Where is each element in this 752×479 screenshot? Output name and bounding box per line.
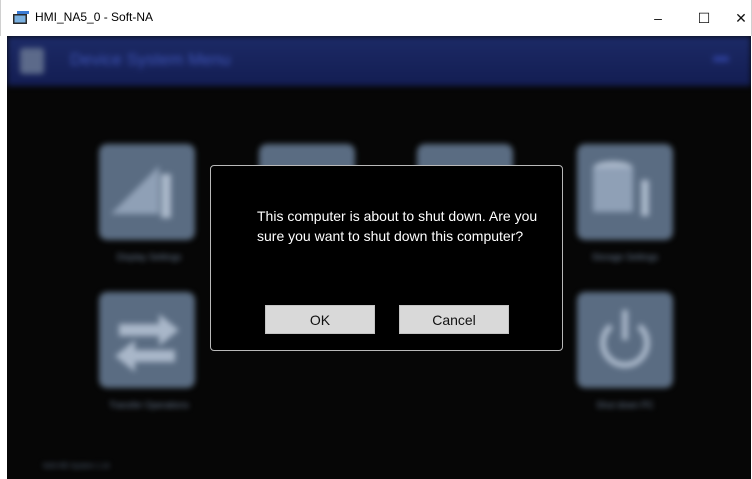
system-menu-bar: Device System Menu (7, 36, 751, 86)
storage-settings-icon (593, 161, 649, 216)
close-icon: ✕ (735, 9, 747, 26)
power-icon (600, 310, 650, 368)
display-settings-tile[interactable] (99, 144, 195, 240)
window-title-bar[interactable]: HMI_NA5_0 - Soft-NA – ☐ ✕ (0, 0, 752, 36)
app-icon (13, 11, 29, 25)
maximize-icon: ☐ (697, 9, 711, 26)
tile-label: Shut down PC (596, 400, 654, 410)
shut-down-tile[interactable] (577, 292, 673, 388)
maximize-button[interactable]: ☐ (684, 0, 724, 36)
storage-settings-tile[interactable] (577, 144, 673, 240)
hmi-screen: Device System Menu Display Settings Stor… (7, 36, 751, 479)
cancel-button[interactable]: Cancel (399, 305, 509, 334)
close-button[interactable]: ✕ (721, 0, 752, 36)
minimize-icon: – (654, 10, 662, 26)
transfer-operations-tile[interactable] (99, 292, 195, 388)
version-text: NA5-RE System 1.14 (43, 463, 110, 470)
menu-title: Device System Menu (70, 50, 231, 69)
menu-bar-indicator (713, 56, 729, 62)
menu-logo-icon (20, 48, 44, 74)
tile-label: Display Settings (116, 252, 182, 262)
shutdown-confirm-dialog: This computer is about to shut down. Are… (210, 165, 563, 351)
dialog-message: This computer is about to shut down. Are… (257, 208, 538, 244)
transfer-icon (115, 314, 179, 372)
window-title: HMI_NA5_0 - Soft-NA (35, 10, 154, 24)
display-settings-icon (111, 166, 171, 218)
ok-button[interactable]: OK (265, 305, 375, 334)
tile-label: Transfer Operations (109, 400, 189, 410)
minimize-button[interactable]: – (638, 0, 678, 36)
tile-label: Storage Settings (591, 252, 659, 262)
